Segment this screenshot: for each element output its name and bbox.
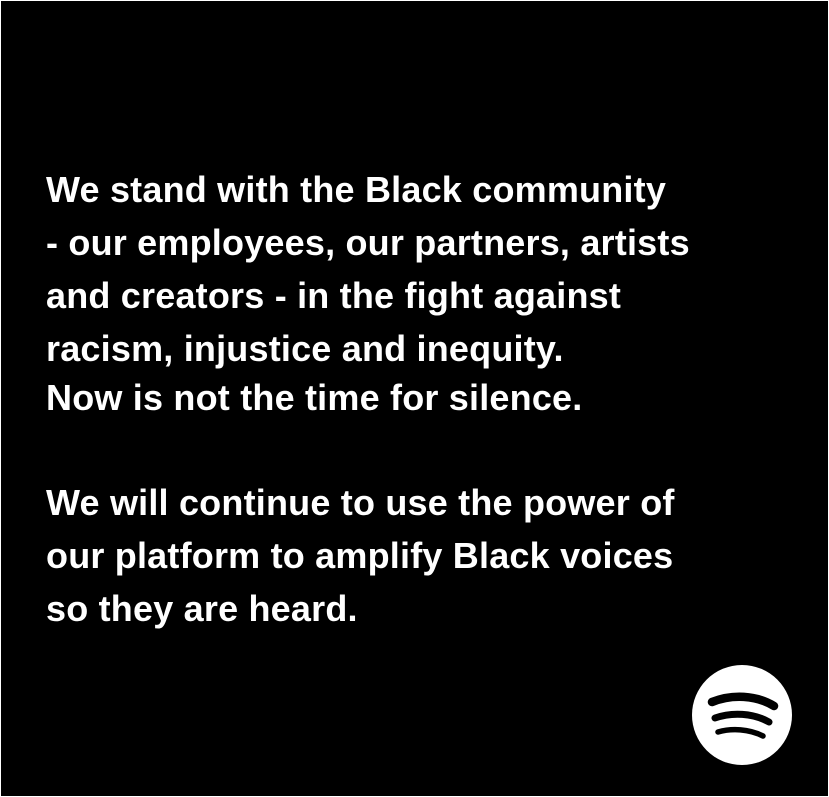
statement-paragraph-platform: We will continue to use the power of our…	[46, 482, 675, 629]
statement-paragraph-silence: Now is not the time for silence.	[46, 377, 583, 418]
statement-text: We stand with the Black community - our …	[46, 110, 806, 629]
spotify-logo-icon	[692, 665, 792, 765]
statement-paragraph-solidarity: We stand with the Black community - our …	[46, 169, 690, 369]
statement-card: We stand with the Black community - our …	[1, 1, 828, 796]
